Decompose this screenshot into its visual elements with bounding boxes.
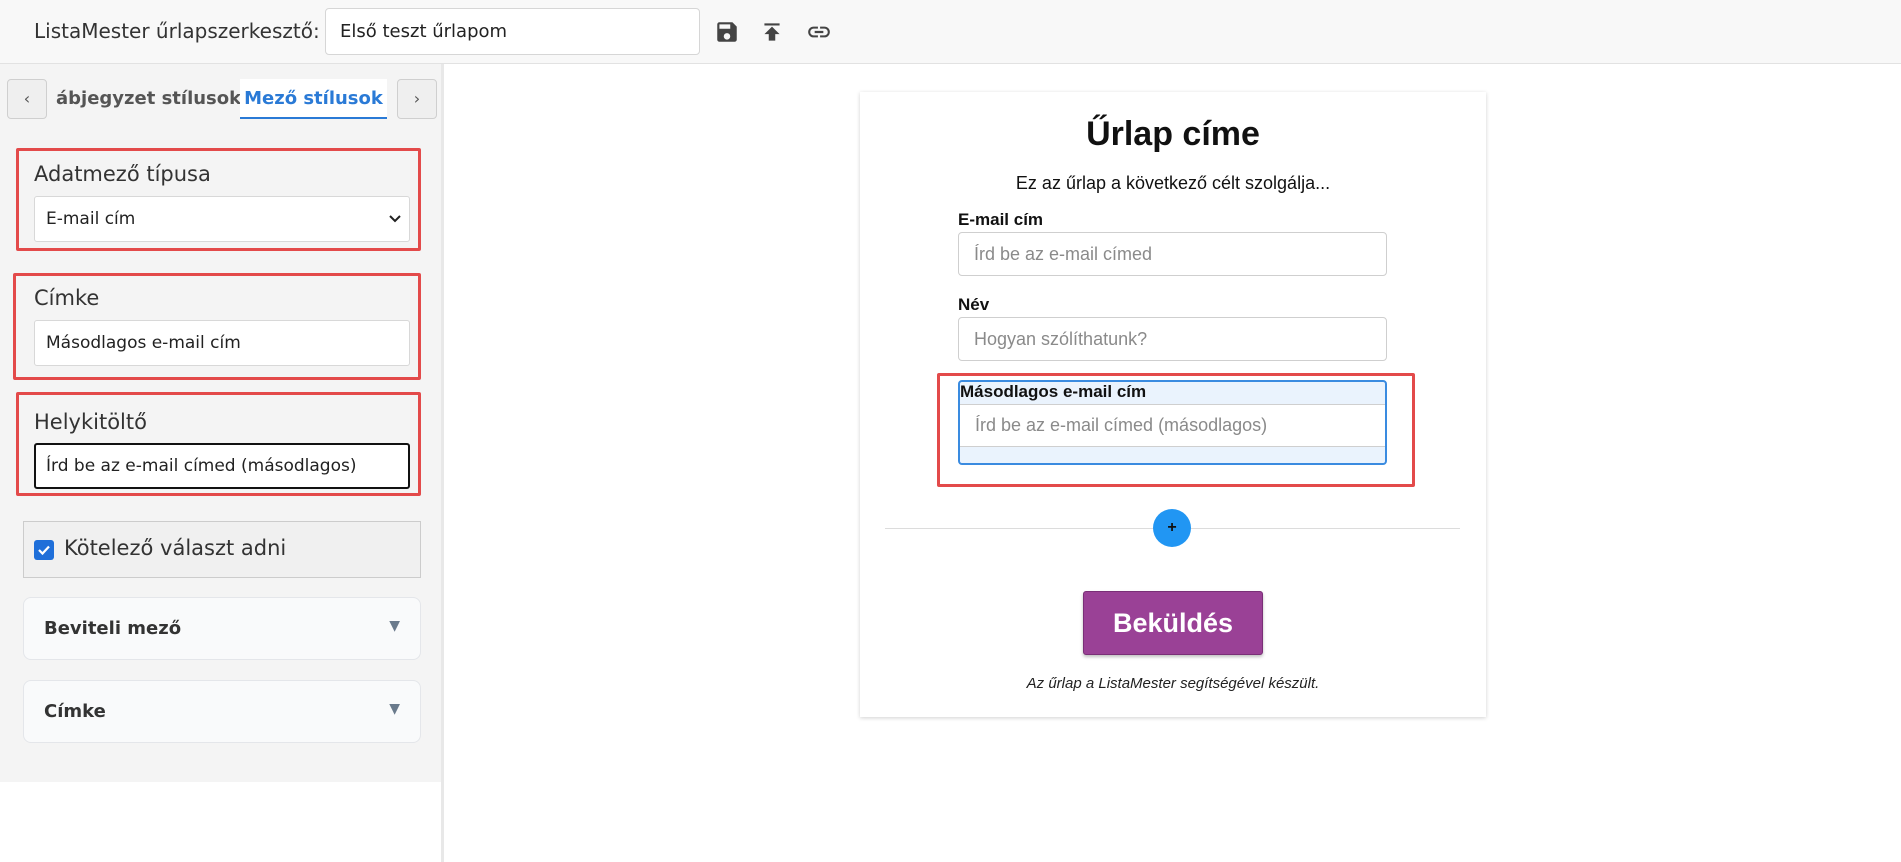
upload-icon[interactable] xyxy=(757,17,787,47)
preview-name-input[interactable]: Hogyan szólíthatunk? xyxy=(958,317,1387,361)
submit-button[interactable]: Beküldés xyxy=(1083,591,1263,655)
label-input[interactable]: Másodlagos e-mail cím xyxy=(34,320,410,366)
required-checkbox[interactable] xyxy=(34,540,54,560)
preview-field-label: Név xyxy=(958,295,990,314)
accordion-input-field-label: Beviteli mező xyxy=(44,618,182,639)
sidebar-divider xyxy=(441,64,444,862)
field-type-label: Adatmező típusa xyxy=(34,162,211,186)
preview-selected-field[interactable]: Másodlagos e-mail cím Írd be az e-mail c… xyxy=(958,380,1387,465)
field-type-select[interactable]: E-mail cím xyxy=(34,196,410,242)
placeholder-field-label: Helykitöltő xyxy=(34,410,147,434)
form-title[interactable]: Űrlap címe xyxy=(860,115,1486,154)
top-toolbar: ListaMester űrlapszerkesztő: Első teszt … xyxy=(0,0,1901,64)
preview-field-label: Másodlagos e-mail cím xyxy=(960,382,1147,401)
caret-down-icon: ▼ xyxy=(389,701,400,717)
footer-note: Az űrlap a ListaMester segítségével kész… xyxy=(1026,675,1320,692)
required-row: Kötelező választ adni xyxy=(23,521,421,578)
save-icon[interactable] xyxy=(712,17,742,47)
accordion-label[interactable]: Címke ▼ xyxy=(23,680,421,743)
app-title: ListaMester űrlapszerkesztő: xyxy=(34,19,320,43)
tab-field-styles[interactable]: Mező stílusok xyxy=(240,79,387,119)
add-field-button[interactable]: + xyxy=(1153,509,1191,547)
tab-annotation-styles[interactable]: ábjegyzet stílusok xyxy=(56,79,241,119)
accordion-input-field[interactable]: Beviteli mező ▼ xyxy=(23,597,421,660)
preview-secondary-email-input[interactable]: Írd be az e-mail címed (másodlagos) xyxy=(960,404,1385,447)
tab-next-button[interactable]: › xyxy=(397,79,437,119)
preview-email-input[interactable]: Írd be az e-mail címed xyxy=(958,232,1387,276)
chevron-down-icon xyxy=(389,197,401,241)
placeholder-input[interactable]: Írd be az e-mail címed (másodlagos) xyxy=(34,443,410,489)
accordion-label-label: Címke xyxy=(44,701,106,722)
link-icon[interactable] xyxy=(804,17,834,47)
preview-field-label: E-mail cím xyxy=(958,210,1044,229)
field-type-value: E-mail cím xyxy=(46,209,136,229)
label-field-label: Címke xyxy=(34,286,100,310)
caret-down-icon: ▼ xyxy=(389,618,400,634)
form-description[interactable]: Ez az űrlap a következő célt szolgálja..… xyxy=(860,173,1486,194)
tab-prev-button[interactable]: ‹ xyxy=(7,79,47,119)
required-label: Kötelező választ adni xyxy=(64,536,287,560)
form-name-input[interactable]: Első teszt űrlapom xyxy=(325,8,700,55)
